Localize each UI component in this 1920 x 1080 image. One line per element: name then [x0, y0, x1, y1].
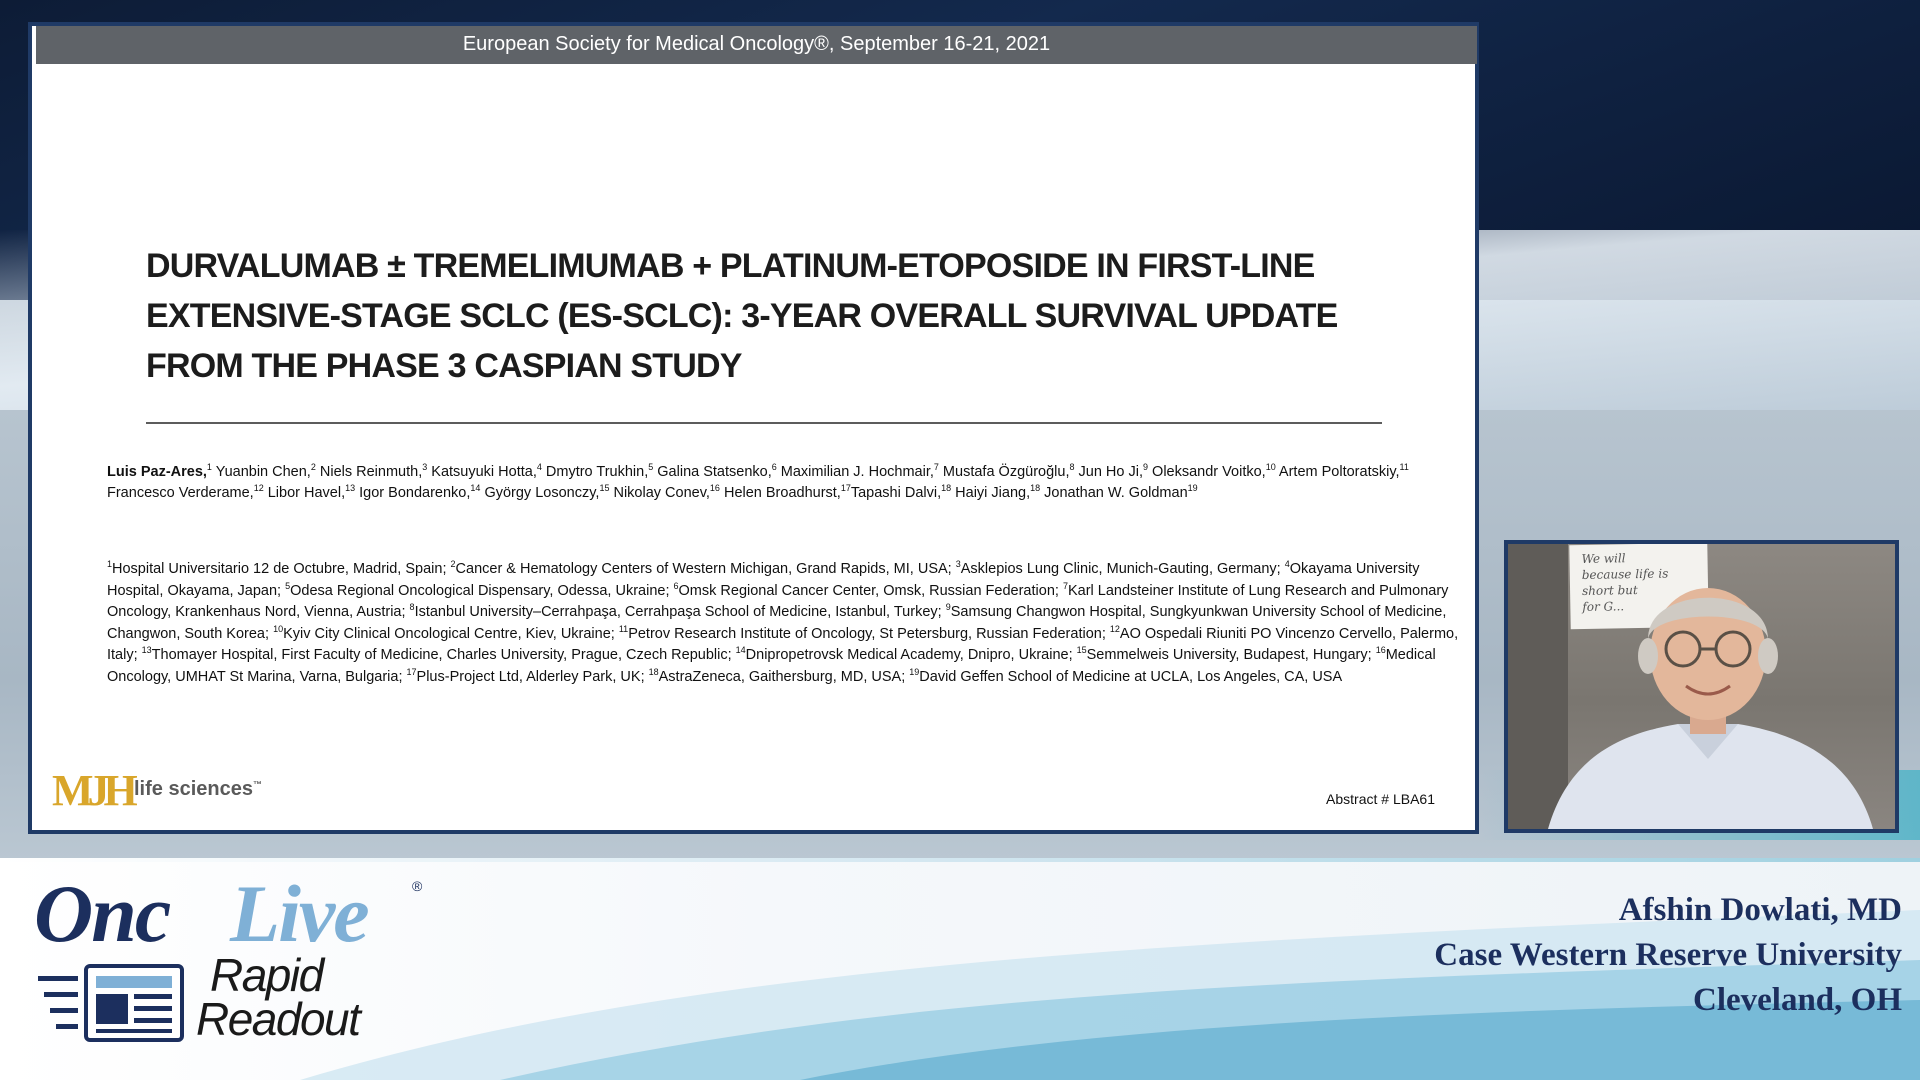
author-affiliation-sup: 13: [345, 483, 356, 494]
author-name: Artem Poltoratskiy,: [1275, 464, 1400, 480]
affiliation-sup: 10: [273, 623, 284, 634]
author-name: Nikolay Conev,: [609, 485, 710, 501]
slide-title-line: DURVALUMAB ± TREMELIMUMAB + PLATINUM-ETO…: [146, 247, 1315, 285]
author-affiliation-sup: 15: [599, 483, 610, 494]
affiliation-sup: 18: [648, 666, 659, 677]
author-name: Maximilian J. Hochmair,: [776, 464, 934, 480]
abstract-number: Abstract # LBA61: [1326, 791, 1435, 807]
author-name: Haiyi Jiang,: [951, 485, 1031, 501]
affiliation-sup: 17: [406, 666, 417, 677]
affiliation-text: Semmelweis University, Budapest, Hungary…: [1086, 647, 1376, 663]
onclive-rapid-readout-logo: Onc Live ® Rapid Readout: [34, 872, 434, 1052]
author-affiliation-sup: 16: [709, 483, 720, 494]
affiliation-list: 1Hospital Universitario 12 de Octubre, M…: [107, 559, 1467, 688]
author-name: Oleksandr Voitko,: [1148, 464, 1266, 480]
affiliation-text: Cancer & Hematology Centers of Western M…: [455, 561, 956, 577]
readout-text: Readout: [196, 993, 361, 1045]
affiliation-text: Thomayer Hospital, First Faculty of Medi…: [151, 647, 736, 663]
affiliation-sup: 12: [1109, 623, 1120, 634]
affiliation-sup: 15: [1076, 645, 1087, 656]
mjh-logo-mark: MJH: [52, 766, 138, 815]
slide-title-line: FROM THE PHASE 3 CASPIAN STUDY: [146, 347, 742, 385]
author-affiliation-sup: 12: [253, 483, 264, 494]
rapid-text: Rapid: [210, 949, 324, 1001]
slide-title: DURVALUMAB ± TREMELIMUMAB + PLATINUM-ETO…: [146, 241, 1376, 391]
lead-author: Luis Paz-Ares,: [107, 464, 207, 480]
speaker-webcam: We will because life is short but for G.…: [1504, 540, 1899, 833]
author-name: Jonathan W. Goldman: [1040, 485, 1188, 501]
author-affiliation-sup: 17: [840, 483, 851, 494]
slide-header: European Society for Medical Oncology®, …: [36, 26, 1477, 64]
speaker-location: Cleveland, OH: [1692, 982, 1902, 1018]
affiliation-text: David Geffen School of Medicine at UCLA,…: [919, 668, 1343, 685]
author-name: Dmytro Trukhin,: [541, 464, 649, 480]
affiliation-text: Dnipropetrovsk Medical Academy, Dnipro, …: [745, 647, 1077, 663]
author-name: Katsuyuki Hotta,: [427, 464, 537, 480]
author-name: Jun Ho Ji,: [1074, 464, 1143, 480]
affiliation-text: AstraZeneca, Gaithersburg, MD, USA;: [658, 668, 910, 685]
affiliation-text: Odesa Regional Oncological Dispensary, O…: [290, 582, 674, 599]
speaker-name: Afshin Dowlati, MD: [1618, 892, 1902, 928]
registered-mark: ®: [412, 878, 423, 894]
affiliation-text: Kyiv City Clinical Oncological Centre, K…: [283, 625, 619, 642]
affiliation-text: Istanbul University–Cerrahpaşa, Cerrahpa…: [414, 604, 946, 620]
title-divider: [146, 422, 1382, 424]
presentation-slide: European Society for Medical Oncology®, …: [28, 22, 1479, 834]
author-affiliation-sup: 10: [1265, 462, 1276, 473]
author-list: Luis Paz-Ares,1 Yuanbin Chen,2 Niels Rei…: [107, 462, 1467, 504]
author-affiliation-sup: 19: [1187, 483, 1198, 494]
affiliation-sup: 13: [141, 645, 152, 656]
slide-title-line: EXTENSIVE-STAGE SCLC (ES-SCLC): 3-YEAR O…: [146, 297, 1338, 335]
author-name: Mustafa Özgüroğlu,: [938, 464, 1070, 480]
speaker-institution: Case Western Reserve University: [1434, 937, 1902, 973]
author-name: Yuanbin Chen,: [211, 464, 311, 480]
affiliation-text: Plus-Project Ltd, Alderley Park, UK;: [416, 668, 649, 685]
author-name: Galina Statsenko,: [653, 464, 772, 480]
author-affiliation-sup: 11: [1399, 462, 1409, 473]
onclive-onc: Onc: [34, 868, 171, 959]
affiliation-text: Petrov Research Institute of Oncology, S…: [628, 625, 1110, 642]
author-name: György Losonczy,: [480, 485, 600, 501]
author-name: Helen Broadhurst,: [719, 485, 841, 501]
affiliation-text: Omsk Regional Cancer Center, Omsk, Russi…: [678, 582, 1063, 599]
author-name: Francesco Verderame,: [107, 485, 254, 501]
affiliation-sup: 14: [735, 645, 746, 656]
mjh-life-sciences-logo: MJH life sciences™: [52, 766, 292, 822]
affiliation-text: Hospital Universitario 12 de Octubre, Ma…: [112, 561, 451, 577]
author-affiliation-sup: 14: [470, 483, 481, 494]
author-name: Igor Bondarenko,: [355, 485, 471, 501]
affiliation-sup: 19: [909, 666, 920, 677]
speaker-video-icon: [1548, 588, 1873, 829]
newspaper-speed-icon: [38, 964, 184, 1042]
affiliation-text: Asklepios Lung Clinic, Munich-Gauting, G…: [960, 561, 1285, 577]
mjh-logo-text: life sciences™: [134, 778, 262, 800]
affiliation-sup: 11: [618, 623, 629, 634]
author-affiliation-sup: 18: [941, 483, 952, 494]
affiliation-sup: 16: [1375, 645, 1386, 656]
author-affiliation-sup: 18: [1030, 483, 1041, 494]
author-name: Niels Reinmuth,: [315, 464, 423, 480]
author-name: Tapashi Dalvi,: [850, 485, 942, 501]
onclive-live: Live: [230, 868, 370, 959]
author-name: Libor Havel,: [263, 485, 346, 501]
speaker-info: Afshin Dowlati, MD Case Western Reserve …: [1434, 888, 1902, 1023]
